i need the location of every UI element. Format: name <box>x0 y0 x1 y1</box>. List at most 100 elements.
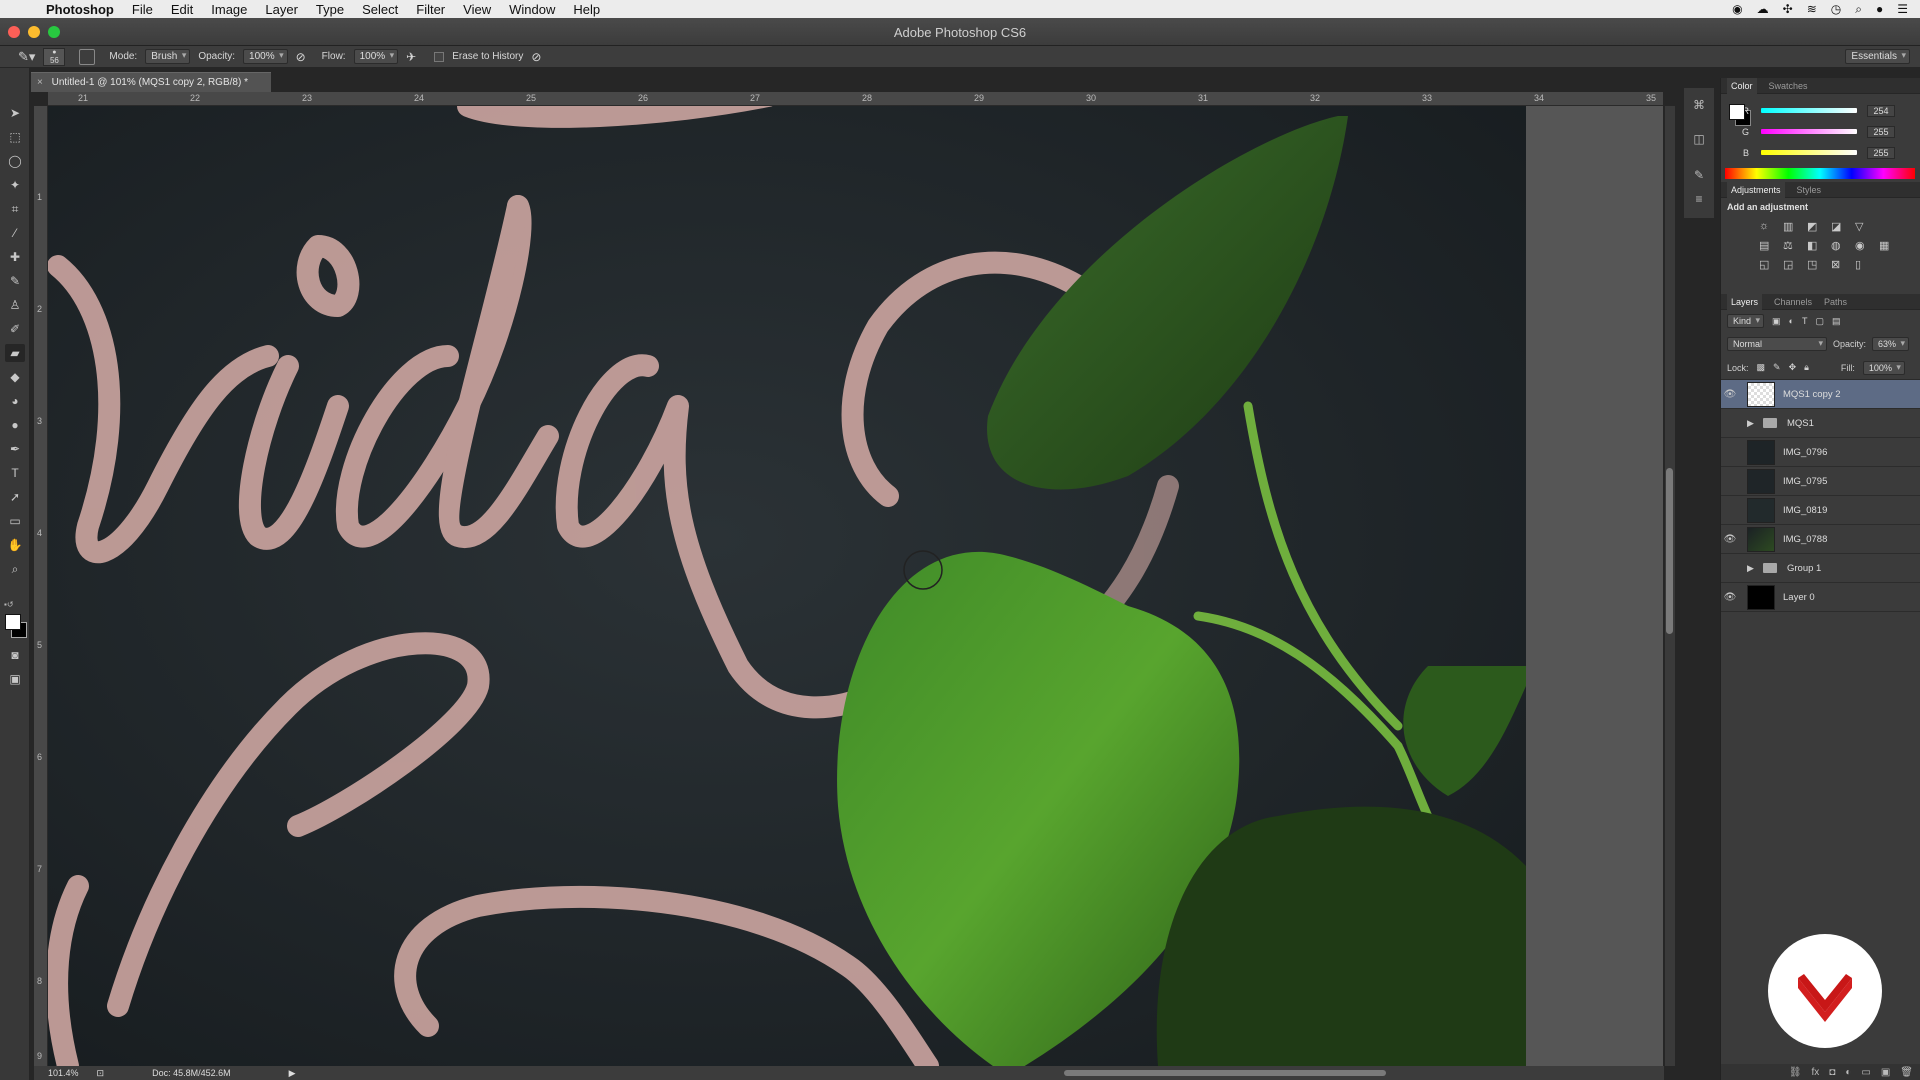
menu-help[interactable]: Help <box>573 2 600 17</box>
red-channel-value[interactable]: 254 <box>1867 104 1895 117</box>
history-brush-tool-icon[interactable]: ✐ <box>5 320 25 338</box>
photo-filter-adjustment-icon[interactable]: ◍ <box>1831 239 1849 252</box>
pressure-size-icon[interactable]: ⊘ <box>531 50 541 64</box>
eraser-tool-preset-icon[interactable]: ✎▾ <box>18 49 35 65</box>
layer-name[interactable]: IMG_0788 <box>1783 534 1827 545</box>
layer-kind-filter[interactable]: Kind <box>1727 314 1765 328</box>
channel-mixer-adjustment-icon[interactable]: ◉ <box>1855 239 1873 252</box>
levels-adjustment-icon[interactable]: ▥ <box>1783 220 1801 233</box>
brush-panel-icon[interactable]: ✎ <box>1690 168 1708 184</box>
brush-size-picker[interactable]: ● 56 <box>43 47 66 66</box>
screen-mode-icon[interactable]: ▣ <box>5 670 25 688</box>
delete-layer-icon[interactable]: 🗑︎ <box>1900 1067 1913 1078</box>
new-group-icon[interactable]: ▭ <box>1861 1067 1870 1078</box>
default-colors-icon[interactable]: ▪↺ <box>4 600 14 609</box>
red-channel-slider[interactable] <box>1761 108 1857 113</box>
menu-image[interactable]: Image <box>211 2 247 17</box>
layer-name[interactable]: IMG_0795 <box>1783 476 1827 487</box>
workspace-dropdown[interactable]: Essentials <box>1845 49 1910 64</box>
menu-window[interactable]: Window <box>509 2 555 17</box>
filter-pixel-icon[interactable]: ▣ <box>1772 316 1781 327</box>
hue-saturation-adjustment-icon[interactable]: ▤ <box>1759 239 1777 252</box>
paint-bucket-tool-icon[interactable]: ◆ <box>5 368 25 386</box>
layer-name[interactable]: IMG_0819 <box>1783 505 1827 516</box>
menu-type[interactable]: Type <box>316 2 344 17</box>
flow-field[interactable]: 100% <box>353 49 399 64</box>
layer-row-img-0788[interactable]: 👁︎ IMG_0788 <box>1721 525 1920 554</box>
blue-channel-value[interactable]: 255 <box>1867 146 1895 159</box>
vibrance-adjustment-icon[interactable]: ▽ <box>1855 220 1873 233</box>
tab-styles[interactable]: Styles <box>1797 185 1822 195</box>
menu-edit[interactable]: Edit <box>171 2 193 17</box>
group-expand-icon[interactable]: ▶ <box>1747 563 1757 574</box>
canvas-area[interactable] <box>48 106 1663 1066</box>
tab-channels[interactable]: Channels <box>1774 297 1812 307</box>
cloud-icon[interactable]: ☁ <box>1757 2 1769 16</box>
posterize-adjustment-icon[interactable]: ◲ <box>1783 258 1801 271</box>
layer-row-img-0796[interactable]: IMG_0796 <box>1721 438 1920 467</box>
layer-row-mqs1[interactable]: ▶ MQS1 <box>1721 409 1920 438</box>
blend-mode-dropdown[interactable]: Normal <box>1727 337 1827 351</box>
marquee-tool-icon[interactable]: ⬚ <box>5 128 25 146</box>
blur-tool-icon[interactable]: ◕ <box>5 392 25 410</box>
brightness-adjustment-icon[interactable]: ☼ <box>1759 220 1777 233</box>
lock-pixels-icon[interactable]: ✎ <box>1773 362 1781 373</box>
selective-color-adjustment-icon[interactable]: ⊠ <box>1831 258 1849 271</box>
tab-paths[interactable]: Paths <box>1824 297 1847 307</box>
tab-layers[interactable]: Layers <box>1727 293 1763 310</box>
color-panel-foreground-swatch[interactable] <box>1729 104 1745 120</box>
layer-row-mqs1-copy-2[interactable]: 👁︎ MQS1 copy 2 <box>1721 380 1920 409</box>
gradient-map-adjustment-icon[interactable]: ▯ <box>1855 258 1873 271</box>
horizontal-scroll-thumb[interactable] <box>1064 1070 1386 1076</box>
filter-adjustment-icon[interactable]: ◐ <box>1789 316 1794 326</box>
airbrush-icon[interactable]: ✈ <box>406 50 416 64</box>
new-adjustment-layer-icon[interactable]: ◐ <box>1845 1067 1851 1078</box>
layer-name[interactable]: Layer 0 <box>1783 592 1815 603</box>
layer-row-layer-0[interactable]: 👁︎ Layer 0 <box>1721 583 1920 612</box>
spotlight-search-icon[interactable]: ⌕ <box>1855 2 1862 17</box>
vertical-ruler[interactable]: 1 2 3 4 5 6 7 8 9 <box>34 106 48 1066</box>
fill-field[interactable]: 100% <box>1862 360 1905 375</box>
menu-layer[interactable]: Layer <box>265 2 298 17</box>
quick-mask-icon[interactable]: ◙ <box>5 646 25 664</box>
eyedropper-tool-icon[interactable]: ⁄ <box>5 224 25 242</box>
add-mask-icon[interactable]: ◘ <box>1829 1067 1835 1078</box>
curves-adjustment-icon[interactable]: ◩ <box>1807 220 1825 233</box>
quick-select-tool-icon[interactable]: ✦ <box>5 176 25 194</box>
layer-name[interactable]: MQS1 copy 2 <box>1783 389 1841 400</box>
dodge-tool-icon[interactable]: ● <box>5 416 25 434</box>
siri-icon[interactable]: ● <box>1876 2 1883 16</box>
blue-channel-slider[interactable] <box>1761 150 1857 155</box>
layer-style-icon[interactable]: fx <box>1812 1067 1820 1078</box>
pen-tool-icon[interactable]: ✒ <box>5 440 25 458</box>
shape-tool-icon[interactable]: ▭ <box>5 512 25 530</box>
brush-tool-icon[interactable]: ✎ <box>5 272 25 290</box>
layer-visibility-eye-icon[interactable]: 👁︎ <box>1721 534 1739 545</box>
brush-presets-icon[interactable]: ≡ <box>1690 192 1708 208</box>
mode-dropdown[interactable]: Brush <box>145 49 191 64</box>
color-spectrum-bar[interactable] <box>1725 168 1915 179</box>
hand-tool-icon[interactable]: ✋ <box>5 536 25 554</box>
horizontal-ruler[interactable]: 21 22 23 24 25 26 27 28 29 30 31 32 33 3… <box>48 92 1663 106</box>
zoom-level[interactable]: 101.4% <box>48 1068 79 1078</box>
layer-visibility-eye-icon[interactable]: 👁︎ <box>1721 389 1739 400</box>
lock-transparent-icon[interactable]: ▩ <box>1757 362 1766 373</box>
record-icon[interactable]: ◉ <box>1732 2 1742 16</box>
path-selection-tool-icon[interactable]: ➚ <box>5 488 25 506</box>
opacity-field[interactable]: 100% <box>243 49 288 64</box>
notification-center-icon[interactable]: ☰ <box>1897 2 1908 16</box>
group-expand-icon[interactable]: ▶ <box>1747 418 1757 429</box>
close-tab-icon[interactable]: × <box>37 77 43 88</box>
document-tab[interactable]: × Untitled-1 @ 101% (MQS1 copy 2, RGB/8)… <box>31 72 271 92</box>
menu-view[interactable]: View <box>463 2 491 17</box>
status-menu-arrow-icon[interactable]: ▶ <box>289 1068 296 1079</box>
green-channel-slider[interactable] <box>1761 129 1857 134</box>
status-info-icon[interactable]: ⊡ <box>97 1068 105 1079</box>
color-lookup-adjustment-icon[interactable]: ▦ <box>1879 239 1897 252</box>
clone-stamp-tool-icon[interactable]: ♙ <box>5 296 25 314</box>
invert-adjustment-icon[interactable]: ◱ <box>1759 258 1777 271</box>
link-layers-icon[interactable]: ⛓ <box>1789 1067 1802 1078</box>
move-tool-icon[interactable]: ➤ <box>5 104 25 122</box>
lasso-tool-icon[interactable]: ◯ <box>5 152 25 170</box>
crop-tool-icon[interactable]: ⌗ <box>5 200 25 218</box>
